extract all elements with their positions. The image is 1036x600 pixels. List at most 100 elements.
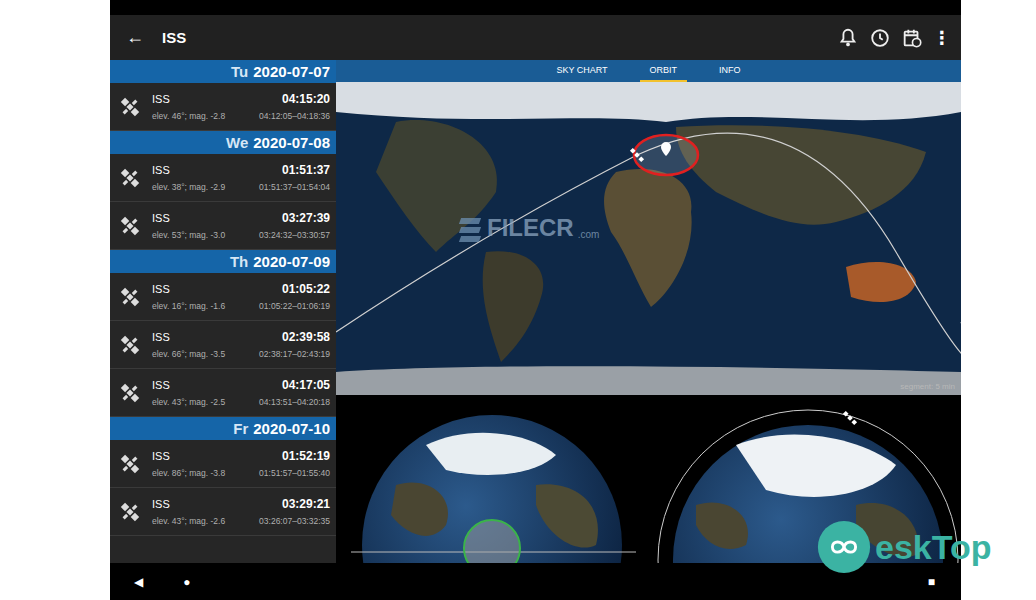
pass-details: elev. 53°; mag. -3.0: [152, 230, 225, 240]
day-header: Tu 2020-07-07: [110, 60, 336, 83]
desktop-watermark-text: eskTop: [875, 528, 992, 567]
desktop-watermark: eskTop: [815, 518, 992, 576]
nav-home-button[interactable]: ●: [183, 575, 190, 589]
pass-row[interactable]: ISS04:15:20elev. 46°; mag. -2.804:12:05–…: [110, 83, 336, 131]
main-content: Tu 2020-07-07 ISS 04:15:20 elev. 46°; mag. -…: [110, 60, 961, 563]
day-header: Th 2020-07-09: [110, 250, 336, 273]
day-date: 2020-07-10: [253, 420, 330, 437]
satellite-icon: [118, 500, 142, 524]
filecr-suffix: .com: [578, 229, 600, 240]
right-margin: [961, 0, 1036, 600]
pass-time: 03:29:21: [282, 497, 330, 511]
day-weekday: Th: [230, 253, 248, 270]
pass-info: ISS 01:52:19 elev. 86°; mag. -3.8 01:51:57–…: [152, 449, 330, 478]
pass-row[interactable]: ISS 01:05:22 elev. 16°; mag. -1.6 01:05:22–…: [110, 273, 336, 321]
pass-row[interactable]: ISS 01:52:19 elev. 86°; mag. -3.8 01:51:57–…: [110, 440, 336, 488]
tab-bar: SKY CHART ORBIT INFO: [336, 60, 961, 82]
tab[interactable]: INFO: [709, 60, 751, 82]
pass-details: elev. 86°; mag. -3.8: [152, 468, 225, 478]
satellite-icon: [118, 381, 142, 405]
detail-panel: SKY CHARTORBITINFOFILECR.comsegment: 5 m…: [336, 60, 961, 563]
desktop-logo-icon: [815, 518, 873, 576]
nav-recents-button[interactable]: ■: [928, 575, 935, 589]
tablet-screen: ←ISS⋮Tu2020-07-07ISS04:15:20elev. 46°; m…: [110, 0, 961, 600]
day-date: 2020-07-09: [253, 253, 330, 270]
app-bar-actions: ⋮: [837, 27, 949, 49]
pass-info: ISS04:15:20elev. 46°; mag. -2.804:12:05–…: [152, 92, 330, 121]
nav-back-button[interactable]: ◀: [134, 575, 143, 589]
filecr-text: FILECR: [487, 214, 574, 242]
tab[interactable]: ORBIT: [640, 60, 688, 82]
filecr-watermark: FILECR .com: [460, 214, 599, 242]
satellite-icon: [118, 285, 142, 309]
pass-name: ISS: [152, 212, 170, 224]
pass-details: elev. 66°; mag. -3.5: [152, 349, 225, 359]
pass-name: ISS: [152, 331, 170, 343]
pass-details: elev. 38°; mag. -2.9: [152, 182, 225, 192]
pass-details: elev. 16°; mag. -1.6: [152, 301, 225, 311]
pass-time: 04:17:05: [282, 378, 330, 392]
pass-window: 04:13:51–04:20:18: [259, 397, 330, 407]
calendar-clock-icon[interactable]: [901, 27, 923, 49]
pass-time: 01:51:37: [282, 163, 330, 177]
pass-info: ISS 01:05:22 elev. 16°; mag. -1.6 01:05:22–…: [152, 282, 330, 311]
status-bar: [110, 0, 961, 15]
left-margin: [0, 0, 110, 600]
clock-icon[interactable]: [869, 27, 891, 49]
app-bar: ←ISS ⋮: [110, 15, 961, 60]
pass-window: 01:51:57–01:55:40: [259, 468, 330, 478]
pass-details: elev. 46°; mag. -2.8: [152, 111, 225, 121]
day-header: Fr 2020-07-10: [110, 417, 336, 440]
pass-info: ISS 01:51:37 elev. 38°; mag. -2.9 01:51:37–…: [152, 163, 330, 192]
pass-time: 03:27:39: [282, 211, 330, 225]
satellite-icon: [118, 214, 142, 238]
world-map: [336, 82, 961, 395]
pass-info: ISS03:29:21elev. 43°; mag. -2.603:26:07–…: [152, 497, 330, 526]
day-date: 2020-07-07: [253, 63, 330, 80]
bell-icon[interactable]: [837, 27, 859, 49]
satellite-icon: [118, 95, 142, 119]
pass-name: ISS: [152, 283, 170, 295]
pass-row[interactable]: ISS 03:27:39 elev. 53°; mag. -3.0 03:24:32–…: [110, 202, 336, 250]
pass-time: 04:15:20: [282, 92, 330, 106]
pass-row[interactable]: ISS03:29:21elev. 43°; mag. -2.603:26:07–…: [110, 488, 336, 536]
day-header: We 2020-07-08: [110, 131, 336, 154]
pass-window: 03:24:32–03:30:57: [259, 230, 330, 240]
app-title: ISS: [162, 29, 837, 46]
tab[interactable]: SKY CHART: [546, 60, 617, 82]
pass-info: ISS 02:39:58 elev. 66°; mag. -3.5 02:38:17–…: [152, 330, 330, 359]
pass-details: elev. 43°; mag. -2.5: [152, 397, 225, 407]
back-button[interactable]: ←: [126, 27, 162, 48]
filecr-logo-icon: [460, 218, 480, 242]
pass-window: 01:05:22–01:06:19: [259, 301, 330, 311]
pass-name: ISS: [152, 450, 170, 462]
orbit-map[interactable]: FILECR.comsegment: 5 min: [336, 82, 961, 395]
pass-row[interactable]: ISS 04:17:05 elev. 43°; mag. -2.5 04:13:51–…: [110, 369, 336, 417]
day-weekday: Tu: [231, 63, 248, 80]
pass-name: ISS: [152, 379, 170, 391]
day-weekday: We: [226, 134, 248, 151]
satellite-icon: [118, 333, 142, 357]
day-weekday: Fr: [233, 420, 248, 437]
satellite-icon: [118, 452, 142, 476]
pass-details: elev. 43°; mag. -2.6: [152, 516, 225, 526]
pass-name: ISS: [152, 498, 170, 510]
pass-window: 01:51:37–01:54:04: [259, 182, 330, 192]
satellite-icon: [118, 166, 142, 190]
pass-window: 02:38:17–02:43:19: [259, 349, 330, 359]
pass-name: ISS: [152, 164, 170, 176]
more-menu-button[interactable]: ⋮: [933, 27, 949, 49]
pass-time: 02:39:58: [282, 330, 330, 344]
location-pin-icon: [661, 142, 671, 156]
pass-info: ISS 04:17:05 elev. 43°; mag. -2.5 04:13:51–…: [152, 378, 330, 407]
pass-time: 01:05:22: [282, 282, 330, 296]
pass-info: ISS 03:27:39 elev. 53°; mag. -3.0 03:24:32–…: [152, 211, 330, 240]
pass-row[interactable]: ISS 02:39:58 elev. 66°; mag. -3.5 02:38:17–…: [110, 321, 336, 369]
passes-list: Tu 2020-07-07 ISS 04:15:20 elev. 46°; mag. -…: [110, 60, 336, 563]
pass-time: 01:52:19: [282, 449, 330, 463]
pass-row[interactable]: ISS 01:51:37 elev. 38°; mag. -2.9 01:51:37–…: [110, 154, 336, 202]
iss-position-icon: [630, 148, 644, 162]
day-date: 2020-07-08: [253, 134, 330, 151]
pass-name: ISS: [152, 93, 170, 105]
iss-globe-icon: [843, 411, 857, 425]
